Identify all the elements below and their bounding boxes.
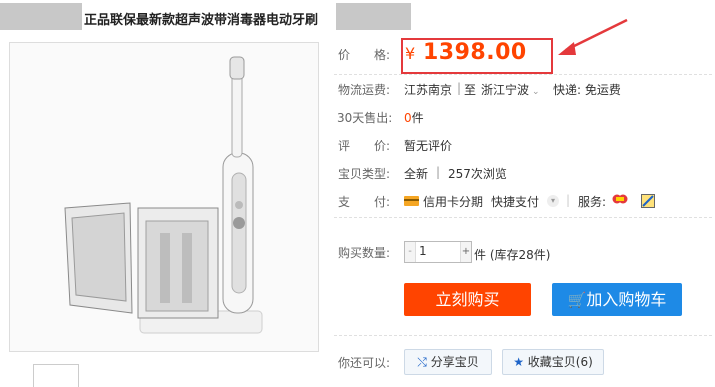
actions-divider [334,335,712,336]
quantity-increase-button[interactable]: + [460,242,471,262]
quick-pay-dropdown-icon[interactable]: ▾ [547,195,559,207]
item-condition: 全新 [404,167,429,181]
chevron-down-icon: ⌄ [532,87,540,97]
shipping-to: 浙江宁波 [481,83,530,97]
service-badge-icon[interactable] [641,194,655,208]
title-mask-left [0,3,82,30]
item-views: 257次浏览 [448,167,507,181]
item-type-label: 宝贝类型: [338,167,391,181]
review-label: 评 价: [338,139,391,153]
review-value: 暂无评价 [404,139,453,153]
title-mask-right [336,3,411,30]
shipping-label: 物流运费: [338,83,391,97]
sales-count-unit: 件 [411,111,424,125]
sales-count-number: 0 [404,111,412,125]
share-item-label: 分享宝贝 [430,355,479,369]
product-title: 正品联保最新款超声波带消毒器电动牙刷 [84,13,319,28]
service-guarantee-icon[interactable] [612,193,628,207]
favorite-item-button[interactable]: ★ 收藏宝贝(6) [502,349,604,375]
shipping-from: 江苏南京 [404,83,453,97]
credit-card-icon [404,196,419,206]
service-label: 服务: [578,195,607,209]
share-label: 你还可以: [338,356,391,370]
product-thumbnail[interactable] [33,364,79,387]
price-divider [334,74,712,75]
quantity-decrease-button[interactable]: - [405,242,416,262]
product-image[interactable] [9,42,319,352]
item-type-separator: | [436,165,441,179]
annotation-arrow [558,18,628,55]
sales-label: 30天售出: [337,111,393,125]
add-to-cart-button[interactable]: 🛒加入购物车 [552,283,682,316]
price-label: 价 格: [338,48,391,62]
info-divider [334,217,712,218]
cart-icon: 🛒 [567,291,587,309]
share-item-button[interactable]: ⤭ 分享宝贝 [404,349,492,375]
share-icon: ⤭ [417,355,427,369]
shipping-express: 快递: 免运费 [553,83,621,97]
payment-separator: | [566,193,571,207]
payment-quick-pay[interactable]: 快捷支付 [491,193,539,210]
star-icon: ★ [513,355,524,369]
favorite-item-label: 收藏宝贝(6) [527,355,593,369]
add-to-cart-label: 加入购物车 [586,290,667,309]
quantity-stock: 件 (库存28件) [474,248,551,262]
toothbrush-illustration [64,56,263,334]
shipping-separator: | [457,81,462,95]
shipping-to-prefix: 至 [464,83,477,97]
payment-label: 支 付: [338,195,391,209]
buy-now-button[interactable]: 立刻购买 [404,283,531,316]
price-currency: ¥ [405,44,416,63]
quantity-stepper[interactable]: - + [404,241,472,263]
sales-count: 0件 [404,109,424,126]
price-value: 1398.00 [423,40,527,65]
quantity-label: 购买数量: [338,246,391,260]
payment-installment[interactable]: 信用卡分期 [423,193,483,210]
shipping-destination-select[interactable]: 浙江宁波 ⌄ [481,81,540,98]
quantity-input[interactable] [417,243,461,259]
